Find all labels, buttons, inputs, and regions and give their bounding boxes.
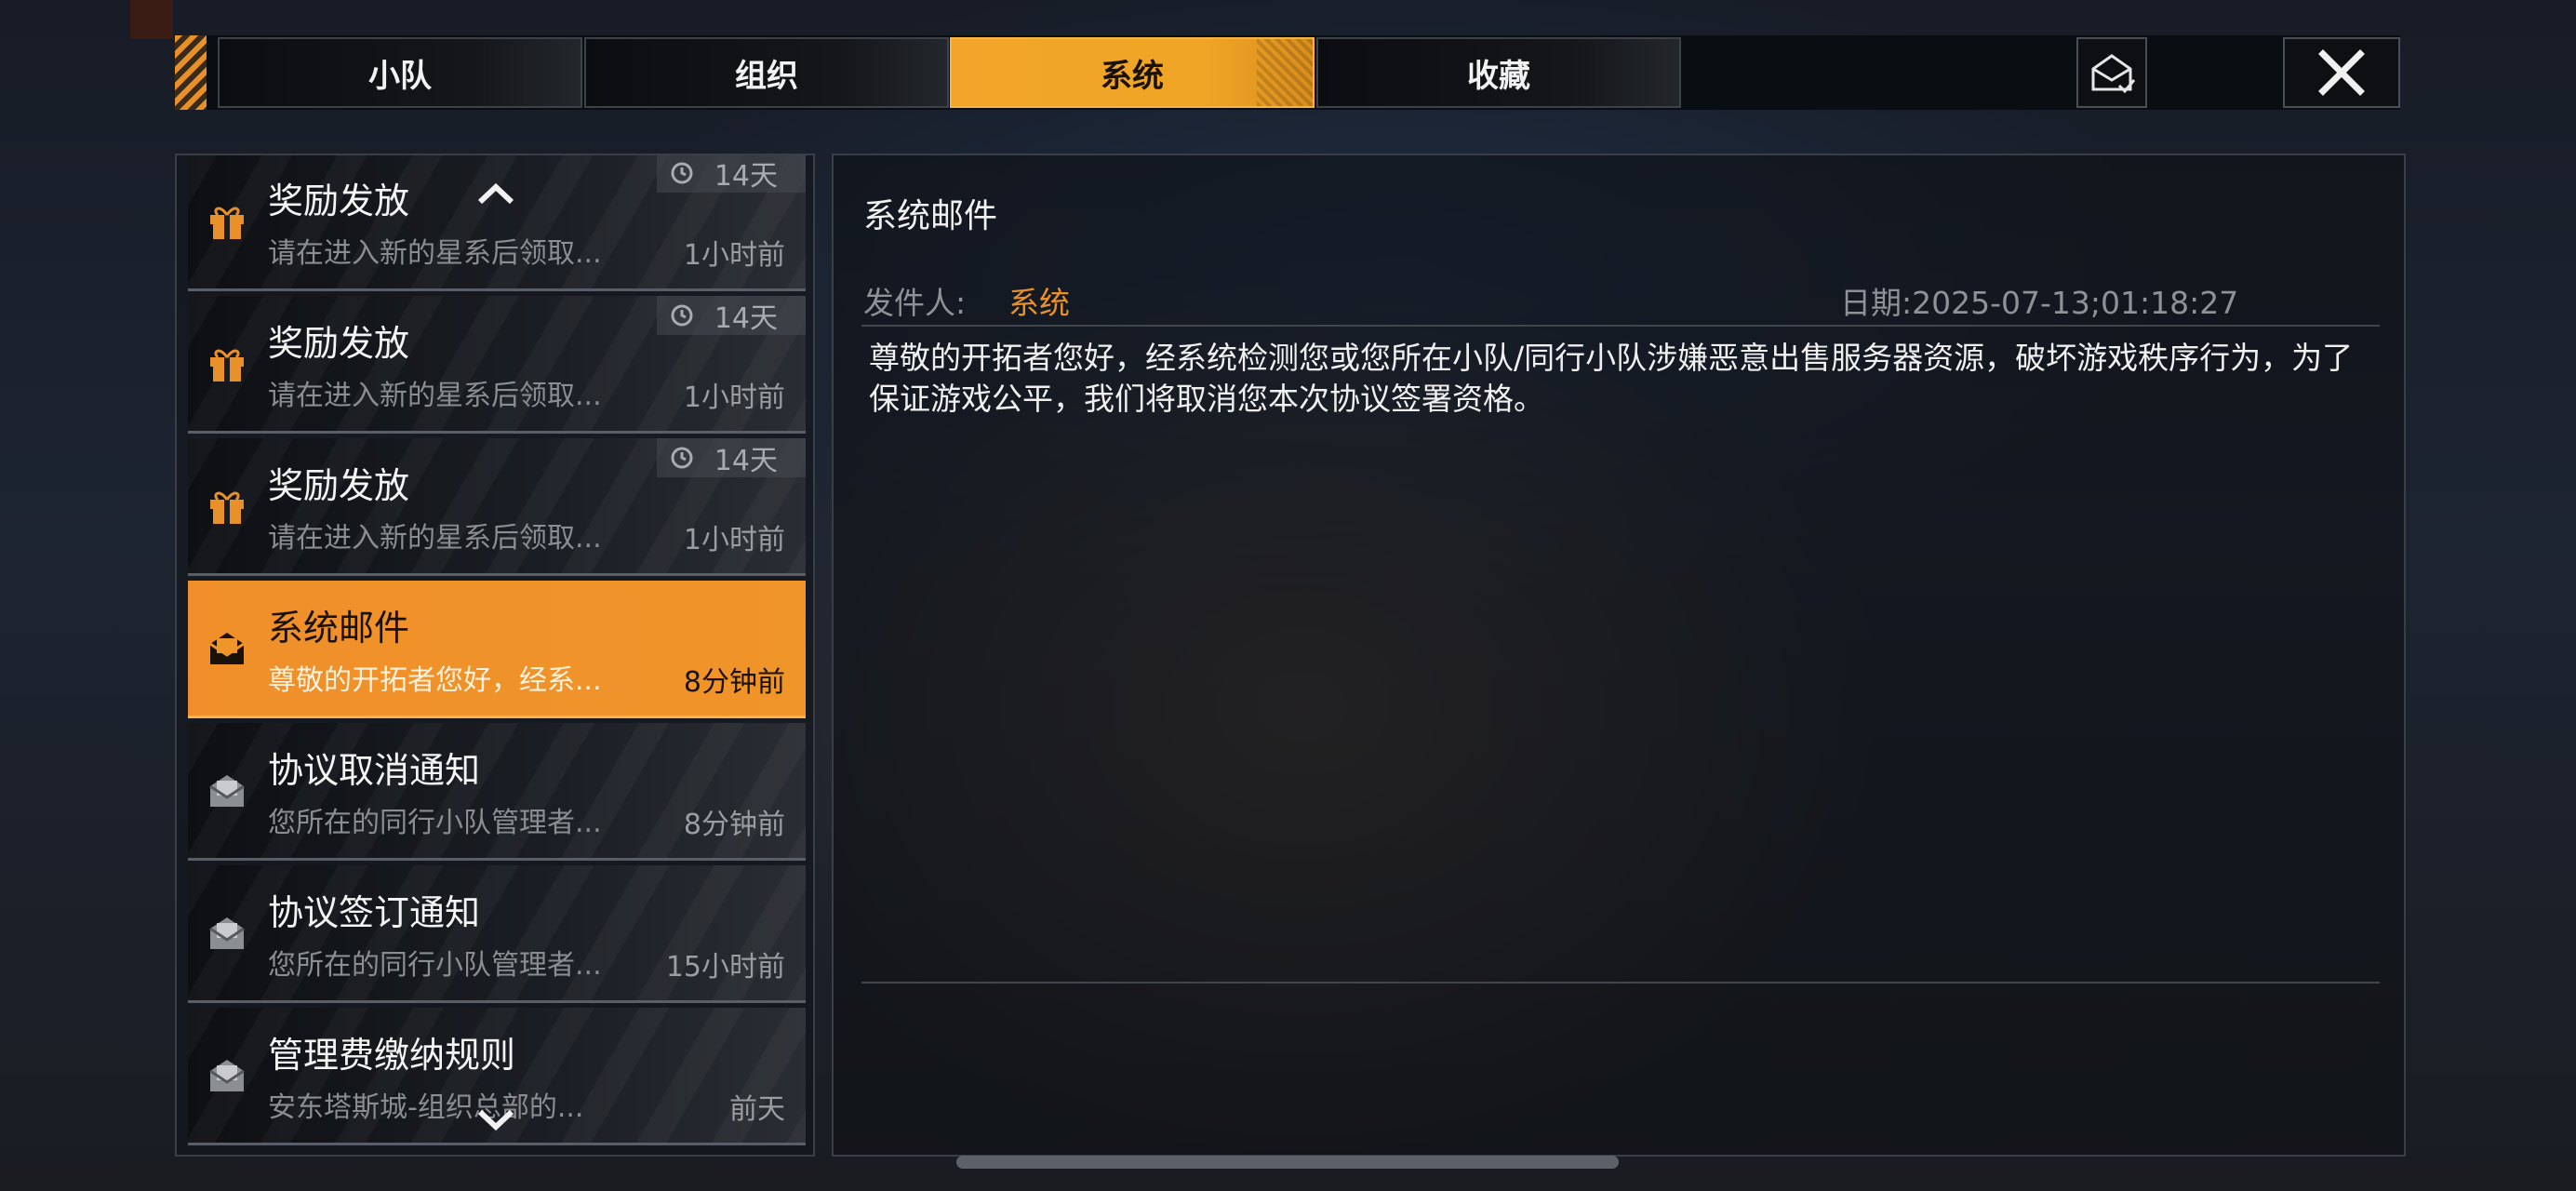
tab-system-label: 系统 (1101, 57, 1164, 95)
chevron-down-icon[interactable] (476, 1108, 515, 1132)
mail-title: 奖励发放 (268, 181, 410, 221)
mail-preview: 您所在的同行小队管理者... (268, 807, 602, 839)
mail-detail-title: 系统邮件 (863, 197, 998, 235)
mail-time: 8分钟前 (683, 809, 785, 841)
mail-list[interactable]: 14天 奖励发放 请在进入新的星系后领取... 1小时前 14天 奖励发放 请在… (175, 154, 815, 1157)
mail-item[interactable]: 协议签订通知 您所在的同行小队管理者... 15小时前 (188, 865, 806, 1003)
mail-date: 日期:2025-07-13;01:18:27 (1840, 285, 2239, 321)
mail-preview: 请在进入新的星系后领取... (268, 237, 602, 270)
expiry-badge: 14天 (657, 155, 806, 193)
mail-title: 系统邮件 (268, 608, 410, 649)
mail-detail-panel: 系统邮件 发件人: 系统 日期:2025-07-13;01:18:27 尊敬的开… (832, 154, 2406, 1157)
mail-item[interactable]: 14天 奖励发放 请在进入新的星系后领取... 1小时前 (188, 296, 806, 434)
mail-preview: 请在进入新的星系后领取... (268, 522, 602, 555)
clock-icon (671, 162, 693, 184)
divider (861, 982, 2380, 984)
mail-preview: 安东塔斯城-组织总部的... (268, 1091, 584, 1124)
sender-name: 系统 (1008, 285, 1070, 321)
expiry-badge: 14天 (657, 296, 806, 335)
read-all-button[interactable] (2076, 37, 2147, 108)
clock-icon (671, 447, 693, 469)
mail-item-selected[interactable]: 系统邮件 尊敬的开拓者您好，经系... 8分钟前 (188, 581, 806, 718)
mail-body: 尊敬的开拓者您好，经系统检测您或您所在小队/同行小队涉嫌恶意出售服务器资源，破坏… (869, 340, 2354, 417)
gift-icon (207, 485, 247, 526)
divider (861, 325, 2380, 327)
chevron-up-icon[interactable] (476, 181, 515, 206)
mail-preview: 请在进入新的星系后领取... (268, 380, 602, 412)
mail-item[interactable]: 14天 奖励发放 请在进入新的星系后领取... 1小时前 (188, 155, 806, 291)
mail-time: 1小时前 (683, 239, 785, 272)
mail-title: 管理费缴纳规则 (268, 1035, 516, 1076)
mail-preview: 尊敬的开拓者您好，经系... (268, 664, 602, 697)
gift-icon (207, 342, 247, 383)
expiry-text: 14天 (714, 160, 778, 193)
mail-time: 1小时前 (683, 524, 785, 556)
mail-title: 协议签订通知 (268, 892, 481, 933)
tab-system[interactable]: 系统 (950, 37, 1315, 108)
expiry-text: 14天 (714, 302, 778, 335)
mail-item[interactable]: 协议取消通知 您所在的同行小队管理者... 8分钟前 (188, 723, 806, 861)
tab-squad[interactable]: 小队 (218, 37, 582, 108)
mail-preview: 您所在的同行小队管理者... (268, 949, 602, 982)
mail-time: 15小时前 (665, 951, 785, 984)
close-icon (2318, 49, 2365, 96)
tab-organization[interactable]: 组织 (584, 37, 949, 108)
corner-decoration (130, 0, 173, 39)
open-mail-icon (207, 627, 247, 668)
mail-item[interactable]: 14天 奖励发放 请在进入新的星系后领取... 1小时前 (188, 438, 806, 576)
mail-title: 协议取消通知 (268, 750, 481, 791)
tab-bar-accent (175, 35, 207, 110)
clock-icon (671, 304, 693, 327)
mail-time: 8分钟前 (683, 666, 785, 699)
mail-title: 奖励发放 (268, 465, 410, 506)
open-mail-icon (207, 912, 247, 953)
sender-label: 发件人: (863, 285, 967, 321)
tab-favorites[interactable]: 收藏 (1316, 37, 1681, 108)
gift-icon (207, 200, 247, 241)
open-mail-icon (207, 1054, 247, 1095)
envelope-check-icon (2091, 54, 2136, 94)
mail-time: 前天 (729, 1093, 785, 1126)
expiry-badge: 14天 (657, 438, 806, 477)
mail-time: 1小时前 (683, 381, 785, 414)
close-button[interactable] (2283, 37, 2400, 108)
horizontal-scrollbar[interactable] (956, 1156, 1619, 1169)
open-mail-icon (207, 769, 247, 810)
mail-title: 奖励发放 (268, 323, 410, 364)
expiry-text: 14天 (714, 445, 778, 477)
